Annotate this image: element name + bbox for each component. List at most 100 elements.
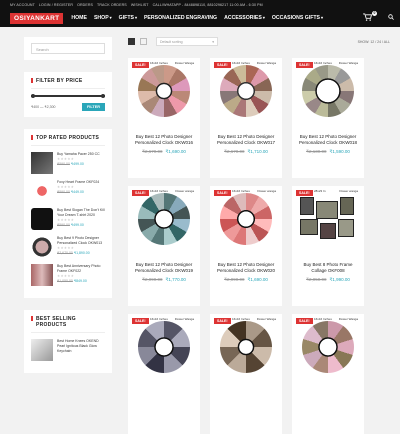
product-title[interactable]: Buy Best 12 Photo Designer Personalized …: [210, 134, 282, 146]
product-card[interactable]: SALE! 16x16 Inches Flower wanga Buy Best…: [128, 186, 200, 306]
product-image[interactable]: [302, 321, 354, 373]
nav-personalized[interactable]: PERSONALIZED ENGRAVING: [144, 15, 217, 21]
product-card[interactable]: SALE! 16x16 Inches Flower wanga Buy Best…: [210, 186, 282, 306]
product-thumbnail[interactable]: [31, 236, 53, 258]
list-item[interactable]: Foxy Heart Frame OKF024 ★★★★★ ₹590.00 ₹449…: [31, 180, 105, 202]
nav-gifts[interactable]: GIFTS▾: [119, 15, 137, 21]
product-title[interactable]: Buy Best 12 Photo Designer Personalized …: [128, 262, 200, 274]
list-item[interactable]: Best Home Knees OKEND Pearl Ignitous Bla…: [31, 339, 105, 361]
search-icon[interactable]: [388, 14, 394, 22]
sale-badge: SALE!: [296, 190, 313, 196]
filter-button[interactable]: FILTER: [81, 103, 105, 111]
product-title[interactable]: Buy Best 12 Photo Designer Personalized …: [292, 134, 364, 146]
price-filter-widget: FILTER BY PRICE ₹400 — ₹2,300 FILTER: [24, 72, 112, 117]
list-view-icon[interactable]: [140, 38, 147, 45]
product-card[interactable]: SALE! 16x16 Inches Flower Wanga: [292, 314, 364, 434]
grid-view-icon[interactable]: [128, 38, 135, 45]
per-page-selector[interactable]: SHOW: 12 / 24 / ALL: [358, 40, 390, 44]
product-thumbnail[interactable]: [31, 339, 53, 361]
product-image[interactable]: [138, 321, 190, 373]
old-price: ₹2,050.00: [306, 277, 327, 282]
list-item[interactable]: Buy Best Slogan The Don't Kill Your Drea…: [31, 208, 105, 230]
product-image[interactable]: [138, 193, 190, 245]
product-image[interactable]: [138, 65, 190, 117]
product-name[interactable]: Buy Best Slogan The Don't Kill Your Drea…: [57, 208, 105, 218]
type-label: Flower wanga: [339, 189, 358, 193]
product-price: [128, 390, 200, 395]
chevron-down-icon: ▾: [134, 15, 137, 20]
sale-badge: SALE!: [132, 62, 149, 68]
shop-toolbar: Default sorting ▾ SHOW: 12 / 24 / ALL: [128, 37, 390, 46]
old-price: ₹2,090.00: [142, 277, 163, 282]
old-price: ₹590.00: [57, 162, 70, 166]
site-logo[interactable]: OSIYANKART: [10, 12, 64, 24]
list-item[interactable]: Buy Best Anniversary Photo Frame OKF022 ★…: [31, 264, 105, 286]
product-price: [210, 390, 282, 395]
topbar-link[interactable]: LOGIN / REGISTER: [39, 3, 73, 7]
product-price: ₹2,090.00 ₹1,770.00: [128, 277, 200, 283]
sale-badge: SALE!: [296, 318, 313, 324]
product-image[interactable]: [302, 65, 354, 117]
topbar-link[interactable]: WISHLIST: [131, 3, 149, 7]
topbar-link[interactable]: ORDERS: [77, 3, 93, 7]
product-title[interactable]: Buy Best 12 Photo Designer Personalized …: [128, 134, 200, 146]
best-selling-widget: BEST SELLING PRODUCTS Best Home Knees OK…: [24, 310, 112, 373]
product-image[interactable]: [300, 197, 356, 241]
product-price: ₹2,130.00 ₹1,590.00: [292, 149, 364, 155]
price-range: ₹400 — ₹2,300: [31, 105, 56, 109]
sale-price: ₹1,990.00: [329, 277, 350, 282]
sale-price: ₹1,690.00: [247, 277, 268, 282]
type-label: Flower Wanga: [338, 317, 358, 321]
list-item[interactable]: Buy Best 9 Photo Designer Personalized C…: [31, 236, 105, 258]
product-title[interactable]: Buy Best 12 Photo Designer Personalized …: [210, 262, 282, 274]
product-thumbnail[interactable]: [31, 264, 53, 286]
product-image[interactable]: [220, 321, 272, 373]
old-price: ₹2,130.00: [306, 149, 327, 154]
type-label: Flower Wanga: [338, 61, 358, 65]
topbar-link[interactable]: MY ACCOUNT: [10, 3, 35, 7]
product-card[interactable]: SALE! 16x16 Inches Flower Wanga: [210, 314, 282, 434]
cart-icon[interactable]: 0: [363, 11, 377, 23]
product-price: [292, 390, 364, 395]
sale-price: ₹449.00: [70, 190, 84, 194]
product-title[interactable]: Buy Best 8 Photo Frame Collage OKF008: [292, 262, 364, 274]
sale-price: ₹1,770.00: [165, 277, 186, 282]
nav-home[interactable]: HOME: [71, 15, 87, 21]
nav-occasions-label: OCCASIONS GIFTS: [271, 15, 321, 21]
product-card[interactable]: SALE! 28x23 In Flower wanga Buy Best 8 P…: [292, 186, 364, 306]
product-thumbnail[interactable]: [31, 180, 53, 202]
topbar-link[interactable]: TRACK ORDERS: [97, 3, 127, 7]
sale-badge: SALE!: [214, 62, 231, 68]
price-slider[interactable]: [31, 93, 105, 98]
product-name[interactable]: Best Home Knees OKEND Pearl Ignitous Bla…: [57, 339, 105, 354]
old-price: ₹2,670.00: [224, 149, 245, 154]
sort-select[interactable]: Default sorting ▾: [156, 37, 218, 46]
sale-price: ₹499.00: [70, 162, 84, 166]
product-card[interactable]: SALE! 16x16 Inches Flower Wanga Buy Best…: [292, 58, 364, 178]
type-label: Flower Wanga: [256, 61, 276, 65]
product-name[interactable]: Buy Best Anniversary Photo Frame OKF022: [57, 264, 105, 274]
nav-occasions[interactable]: OCCASIONS GIFTS▾: [272, 15, 323, 21]
nav-accessories[interactable]: ACCESSORIES▾: [224, 15, 265, 21]
product-image[interactable]: [220, 65, 272, 117]
sale-badge: SALE!: [132, 318, 149, 324]
sale-price: ₹1,710.00: [247, 149, 268, 154]
nav-shop[interactable]: SHOP▾: [94, 15, 112, 21]
chevron-down-icon: ▾: [212, 40, 214, 44]
product-card[interactable]: SALE! 16x16 Inches Flower Wanga: [128, 314, 200, 434]
product-name[interactable]: Buy Best 9 Photo Designer Personalized C…: [57, 236, 105, 246]
widget-title: TOP RATED PRODUCTS: [31, 135, 105, 146]
product-area: Default sorting ▾ SHOW: 12 / 24 / ALL SAL…: [128, 37, 390, 434]
old-price: ₹590.00: [57, 190, 70, 194]
product-image[interactable]: [220, 193, 272, 245]
sidebar: Search FILTER BY PRICE ₹400 — ₹2,300 FIL…: [24, 37, 112, 434]
type-label: Flower wanga: [175, 189, 194, 193]
chevron-down-icon: ▾: [262, 15, 265, 20]
product-card[interactable]: SALE! 16x16 Inches Flower Wanga Buy Best…: [128, 58, 200, 178]
product-thumbnail[interactable]: [31, 152, 53, 174]
search-input[interactable]: Search: [31, 43, 105, 54]
product-card[interactable]: SALE! 16x16 Inches Flower Wanga Buy Best…: [210, 58, 282, 178]
product-thumbnail[interactable]: [31, 208, 53, 230]
list-item[interactable]: Buy Yamaha Pacer 250 CC ★★★★★ ₹590.00 ₹499…: [31, 152, 105, 174]
cart-count-badge: 0: [372, 11, 377, 16]
